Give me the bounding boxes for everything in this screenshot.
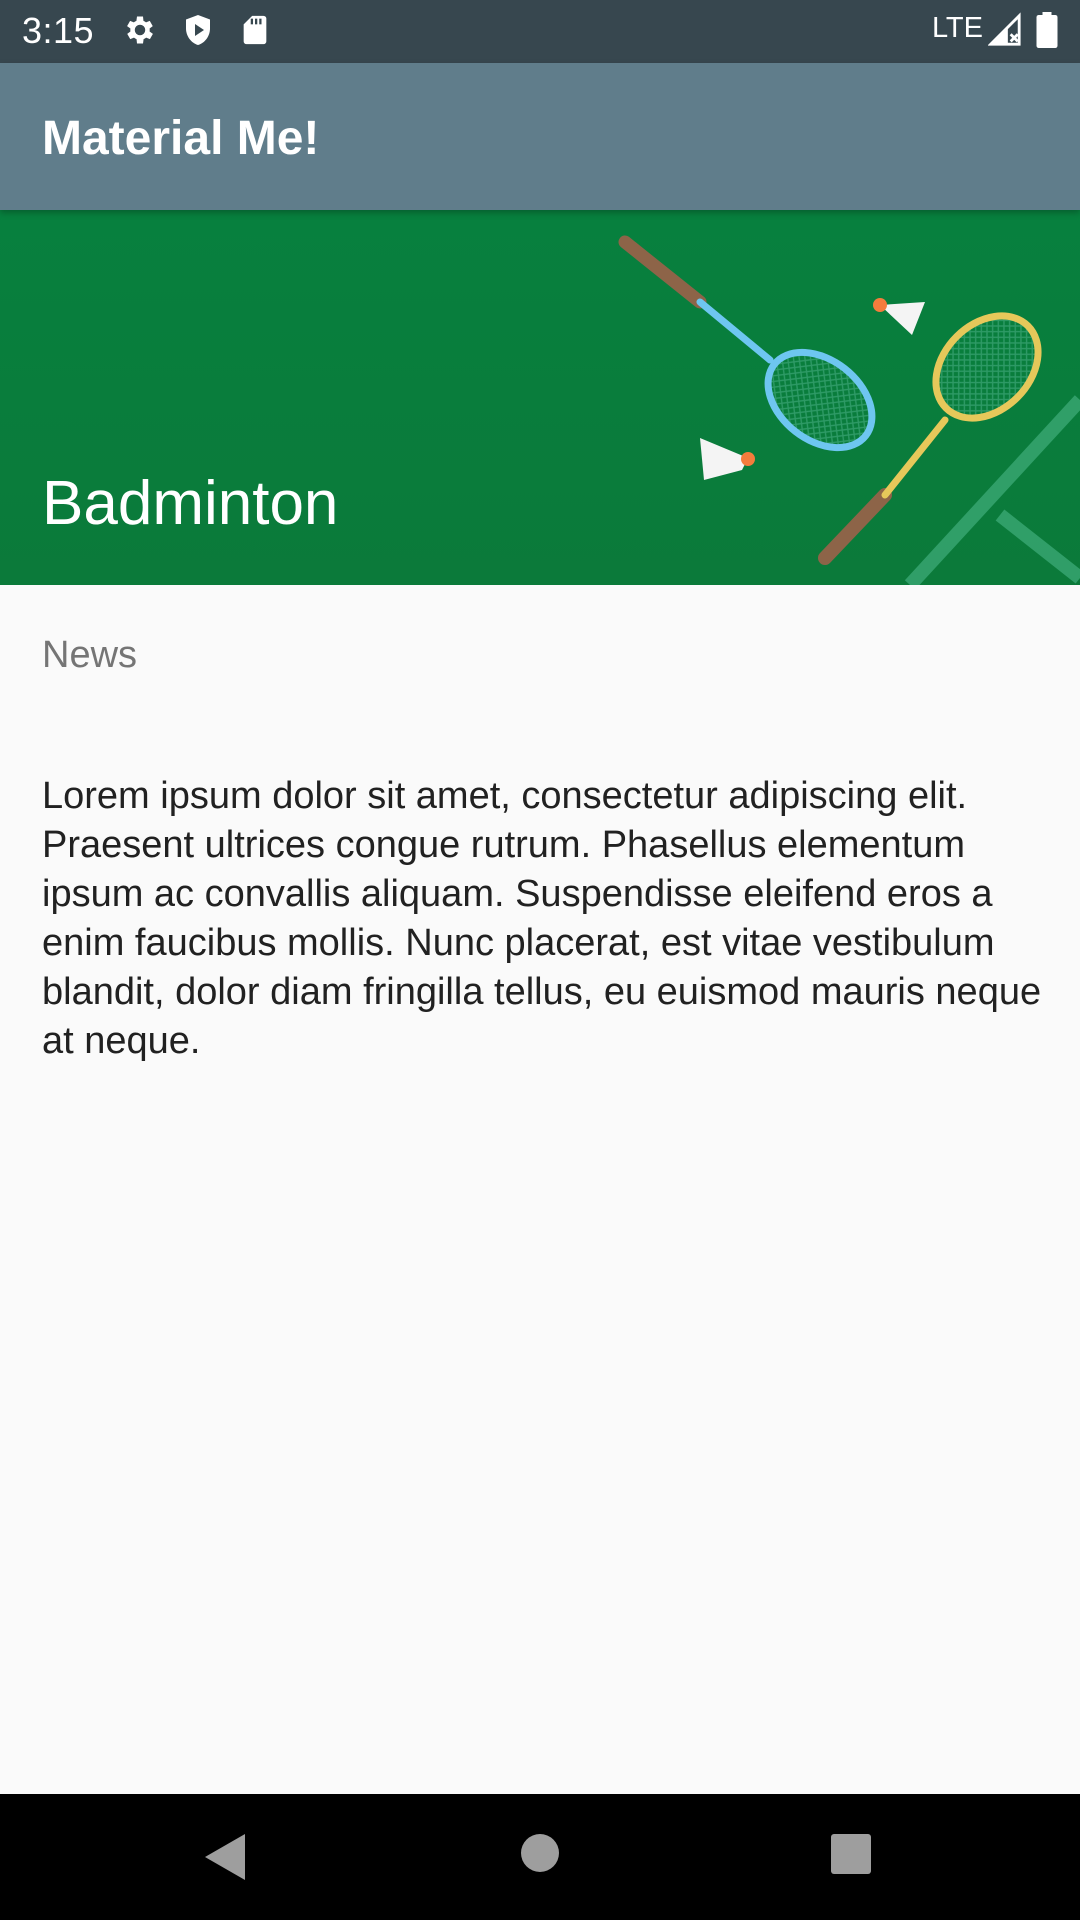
back-icon[interactable]	[205, 1834, 245, 1885]
signal-icon	[987, 12, 1022, 53]
status-bar: 3:15 LTE	[0, 0, 1080, 63]
shield-play-icon	[180, 12, 216, 53]
battery-icon	[1036, 12, 1058, 53]
sport-description: Lorem ipsum dolor sit amet, consectetur …	[42, 775, 1042, 1062]
header-image: Badminton	[0, 210, 1080, 585]
sport-subtitle: News	[42, 634, 138, 676]
network-type: LTE	[931, 12, 983, 44]
gear-icon	[122, 12, 158, 53]
app-bar: Material Me!	[0, 63, 1080, 210]
home-icon[interactable]	[520, 1833, 560, 1878]
status-time: 3:15	[22, 10, 95, 51]
recents-icon[interactable]	[831, 1834, 871, 1879]
app-title: Material Me!	[42, 112, 320, 165]
sport-title: Badminton	[42, 469, 339, 538]
navigation-bar	[0, 1794, 1080, 1920]
sd-card-icon	[238, 12, 272, 53]
